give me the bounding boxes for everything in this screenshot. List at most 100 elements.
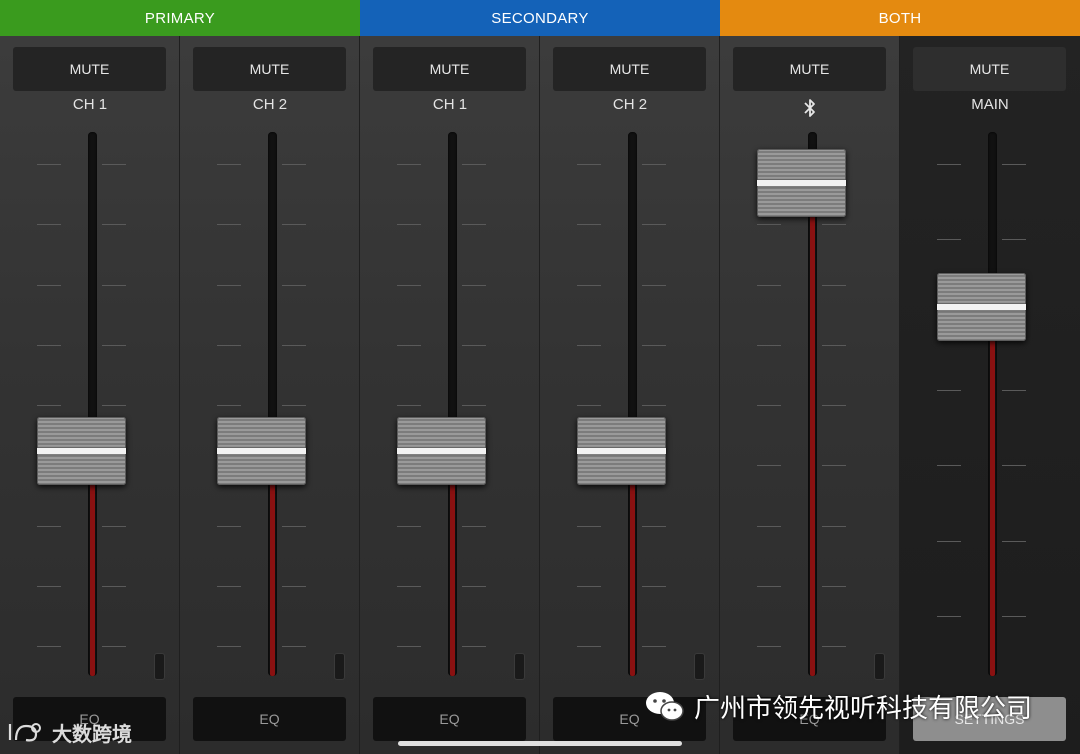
scale-tick bbox=[642, 525, 666, 527]
channel-label: CH 1 bbox=[72, 96, 108, 113]
eq-button[interactable]: EQ bbox=[193, 697, 346, 741]
scale-tick bbox=[37, 284, 61, 286]
scale-tick bbox=[1002, 390, 1026, 391]
scale-tick bbox=[822, 585, 846, 587]
channel-strip-primary-ch2: MUTE CH 2 EQ bbox=[180, 36, 360, 754]
fader-knob-line bbox=[577, 447, 666, 454]
fader-knob-line bbox=[37, 447, 126, 454]
scale-tick bbox=[822, 284, 846, 286]
fader-knob-line bbox=[757, 180, 846, 187]
scale-tick bbox=[1002, 164, 1026, 165]
scale-tick bbox=[282, 284, 306, 286]
scale-tick bbox=[102, 224, 126, 226]
scale-tick bbox=[577, 164, 601, 165]
scale-tick bbox=[822, 525, 846, 527]
scale-tick bbox=[37, 224, 61, 226]
scale-tick bbox=[217, 646, 241, 647]
scale-tick bbox=[577, 284, 601, 286]
scale-tick bbox=[937, 164, 961, 165]
fader-knob-line bbox=[217, 447, 306, 454]
fader-track[interactable] bbox=[448, 132, 457, 676]
wechat-icon bbox=[646, 691, 684, 721]
level-fill bbox=[990, 307, 995, 676]
scale-tick bbox=[462, 284, 486, 286]
scale-tick bbox=[642, 164, 666, 165]
scale-tick bbox=[937, 616, 961, 617]
scale-tick bbox=[282, 405, 306, 406]
scale-tick bbox=[757, 646, 781, 647]
scale-tick bbox=[37, 405, 61, 406]
fader-knob[interactable] bbox=[937, 273, 1026, 342]
scale-tick bbox=[102, 525, 126, 527]
scale-tick bbox=[282, 344, 306, 346]
scale-tick bbox=[642, 224, 666, 226]
mute-button[interactable]: MUTE bbox=[733, 47, 886, 91]
eq-button[interactable]: EQ bbox=[373, 697, 526, 741]
channel-strip-bluetooth: MUTE EQ bbox=[720, 36, 900, 754]
scale-tick bbox=[397, 585, 421, 587]
scale-tick bbox=[462, 405, 486, 406]
channel-strip-primary-ch1: MUTE CH 1 EQ bbox=[0, 36, 180, 754]
mute-button[interactable]: MUTE bbox=[13, 47, 166, 91]
scale-tick bbox=[642, 646, 666, 647]
scale-tick bbox=[822, 465, 846, 467]
mute-button[interactable]: MUTE bbox=[193, 47, 346, 91]
scale-tick bbox=[37, 525, 61, 527]
channel-label: CH 2 bbox=[612, 96, 648, 113]
scale-tick bbox=[757, 405, 781, 406]
scale-tick bbox=[217, 224, 241, 226]
group-both[interactable]: BOTH bbox=[720, 0, 1080, 36]
fader-knob[interactable] bbox=[397, 416, 486, 485]
mute-button[interactable]: MUTE bbox=[553, 47, 706, 91]
scale-tick bbox=[282, 224, 306, 226]
group-primary[interactable]: PRIMARY bbox=[0, 0, 360, 36]
scale-tick bbox=[822, 344, 846, 346]
channel-label: MAIN bbox=[971, 96, 1009, 113]
scale-tick bbox=[217, 284, 241, 286]
scale-tick bbox=[937, 239, 961, 241]
scale-tick bbox=[642, 585, 666, 587]
scale-tick bbox=[757, 585, 781, 587]
scale-tick bbox=[1002, 239, 1026, 241]
scale-tick bbox=[37, 164, 61, 165]
fader-track[interactable] bbox=[988, 132, 997, 676]
fader-knob[interactable] bbox=[577, 416, 666, 485]
scale-tick bbox=[397, 164, 421, 165]
clip-indicator bbox=[514, 653, 525, 680]
scale-tick bbox=[642, 405, 666, 406]
scale-tick bbox=[37, 646, 61, 647]
mute-button[interactable]: MUTE bbox=[373, 47, 526, 91]
scale-tick bbox=[282, 585, 306, 587]
scale-tick bbox=[937, 540, 961, 542]
scale-tick bbox=[642, 344, 666, 346]
fader-knob[interactable] bbox=[37, 416, 126, 485]
scale-tick bbox=[397, 525, 421, 527]
home-indicator[interactable] bbox=[398, 741, 682, 746]
scale-tick bbox=[397, 405, 421, 406]
scale-tick bbox=[37, 344, 61, 346]
fader-knob-line bbox=[397, 447, 486, 454]
mute-button[interactable]: MUTE bbox=[913, 47, 1066, 91]
group-secondary[interactable]: SECONDARY bbox=[360, 0, 720, 36]
fader-knob[interactable] bbox=[757, 149, 846, 218]
scale-tick bbox=[462, 525, 486, 527]
scale-tick bbox=[102, 646, 126, 647]
scale-tick bbox=[757, 465, 781, 467]
scale-tick bbox=[642, 284, 666, 286]
scale-tick bbox=[757, 344, 781, 346]
scale-tick bbox=[577, 585, 601, 587]
fader-track[interactable] bbox=[628, 132, 637, 676]
scale-tick bbox=[1002, 465, 1026, 467]
channel-group-header: PRIMARY SECONDARY BOTH bbox=[0, 0, 1080, 36]
scale-tick bbox=[217, 405, 241, 406]
channel-label: CH 2 bbox=[252, 96, 288, 113]
fader-track[interactable] bbox=[88, 132, 97, 676]
main-strip: MUTE MAIN SETTINGS bbox=[900, 36, 1080, 754]
fader-knob[interactable] bbox=[217, 416, 306, 485]
scale-tick bbox=[577, 224, 601, 226]
watermark-right: 广州市领先视听科技有限公司 bbox=[644, 688, 1032, 725]
channel-strip-secondary-ch2: MUTE CH 2 EQ bbox=[540, 36, 720, 754]
scale-tick bbox=[822, 224, 846, 226]
fader-track[interactable] bbox=[268, 132, 277, 676]
scale-tick bbox=[577, 646, 601, 647]
